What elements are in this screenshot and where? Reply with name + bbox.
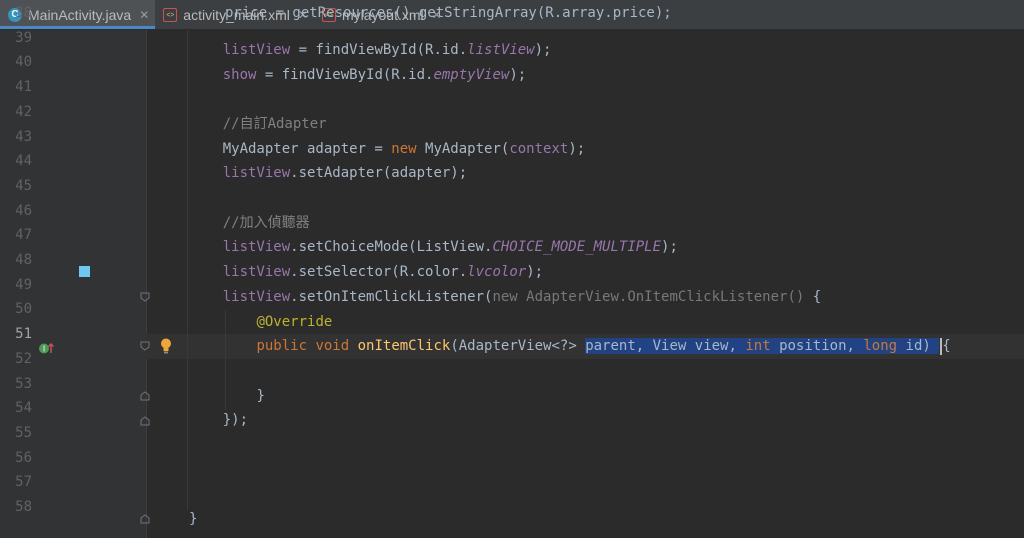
line-number: 55 [15,424,32,441]
line-number: 47 [15,227,32,244]
svg-text:I: I [43,345,45,354]
line-number: 51 [15,326,32,343]
fold-end-icon[interactable] [140,416,150,426]
line-number: 40 [15,54,32,71]
line-number: 46 [15,202,32,219]
selected-text: parent, View view, int position, long id… [585,338,940,355]
line-number: 43 [15,128,32,145]
code-line-53[interactable]: } [189,384,264,409]
xml-file-icon: <> [163,7,178,22]
code-line-39[interactable]: listView = findViewById(R.id.listView); [189,38,552,63]
indent-guide [187,30,188,510]
fold-collapse-icon[interactable] [140,341,150,351]
line-number: 50 [15,301,32,318]
line-number: 48 [15,252,32,268]
line-number: 45 [15,177,32,194]
code-line-49[interactable]: listView.setOnItemClickListener(new Adap… [189,285,821,310]
bookmark-marker-icon[interactable] [79,266,90,277]
override-method-icon[interactable]: I [38,340,55,354]
code-line-48[interactable]: listView.setSelector(R.color.lvcolor); [189,260,543,285]
line-number: 41 [15,79,32,96]
fold-end-icon[interactable] [140,391,150,401]
code-line-50[interactable]: @Override [189,310,332,335]
code-line-43[interactable]: MyAdapter adapter = new MyAdapter(contex… [189,137,585,162]
close-icon[interactable]: ✕ [139,8,149,22]
code-line-54[interactable]: }); [189,408,248,433]
line-number: 54 [15,400,32,417]
fold-collapse-icon[interactable] [140,292,150,302]
lightbulb-icon[interactable] [159,337,173,355]
line-number: 52 [15,350,32,367]
line-number: 58 [15,499,32,515]
fold-end-icon[interactable] [140,514,150,524]
tab-label: MainActivity.java [28,6,132,23]
line-number: 39 [15,29,32,46]
line-number: 53 [15,375,32,392]
code-line-58[interactable]: } [189,507,197,532]
line-number: 57 [15,474,32,491]
code-line-51[interactable]: public void onItemClick(AdapterView<?> p… [189,334,951,359]
line-number: 49 [15,276,32,293]
line-number: 44 [15,153,32,170]
line-number: 42 [15,103,32,120]
code-line-46[interactable]: //加入偵聽器 [189,211,310,236]
code-line-44[interactable]: listView.setAdapter(adapter); [189,161,467,186]
code-line-42[interactable]: //自訂Adapter [189,112,327,137]
line-number: 56 [15,449,32,466]
code-line-40[interactable]: show = findViewById(R.id.emptyView); [189,63,526,88]
code-line-47[interactable]: listView.setChoiceMode(ListView.CHOICE_M… [189,235,678,260]
code-line-38[interactable]: price = getResources().getStringArray(R.… [189,5,672,38]
line-number: 38 [15,5,32,21]
